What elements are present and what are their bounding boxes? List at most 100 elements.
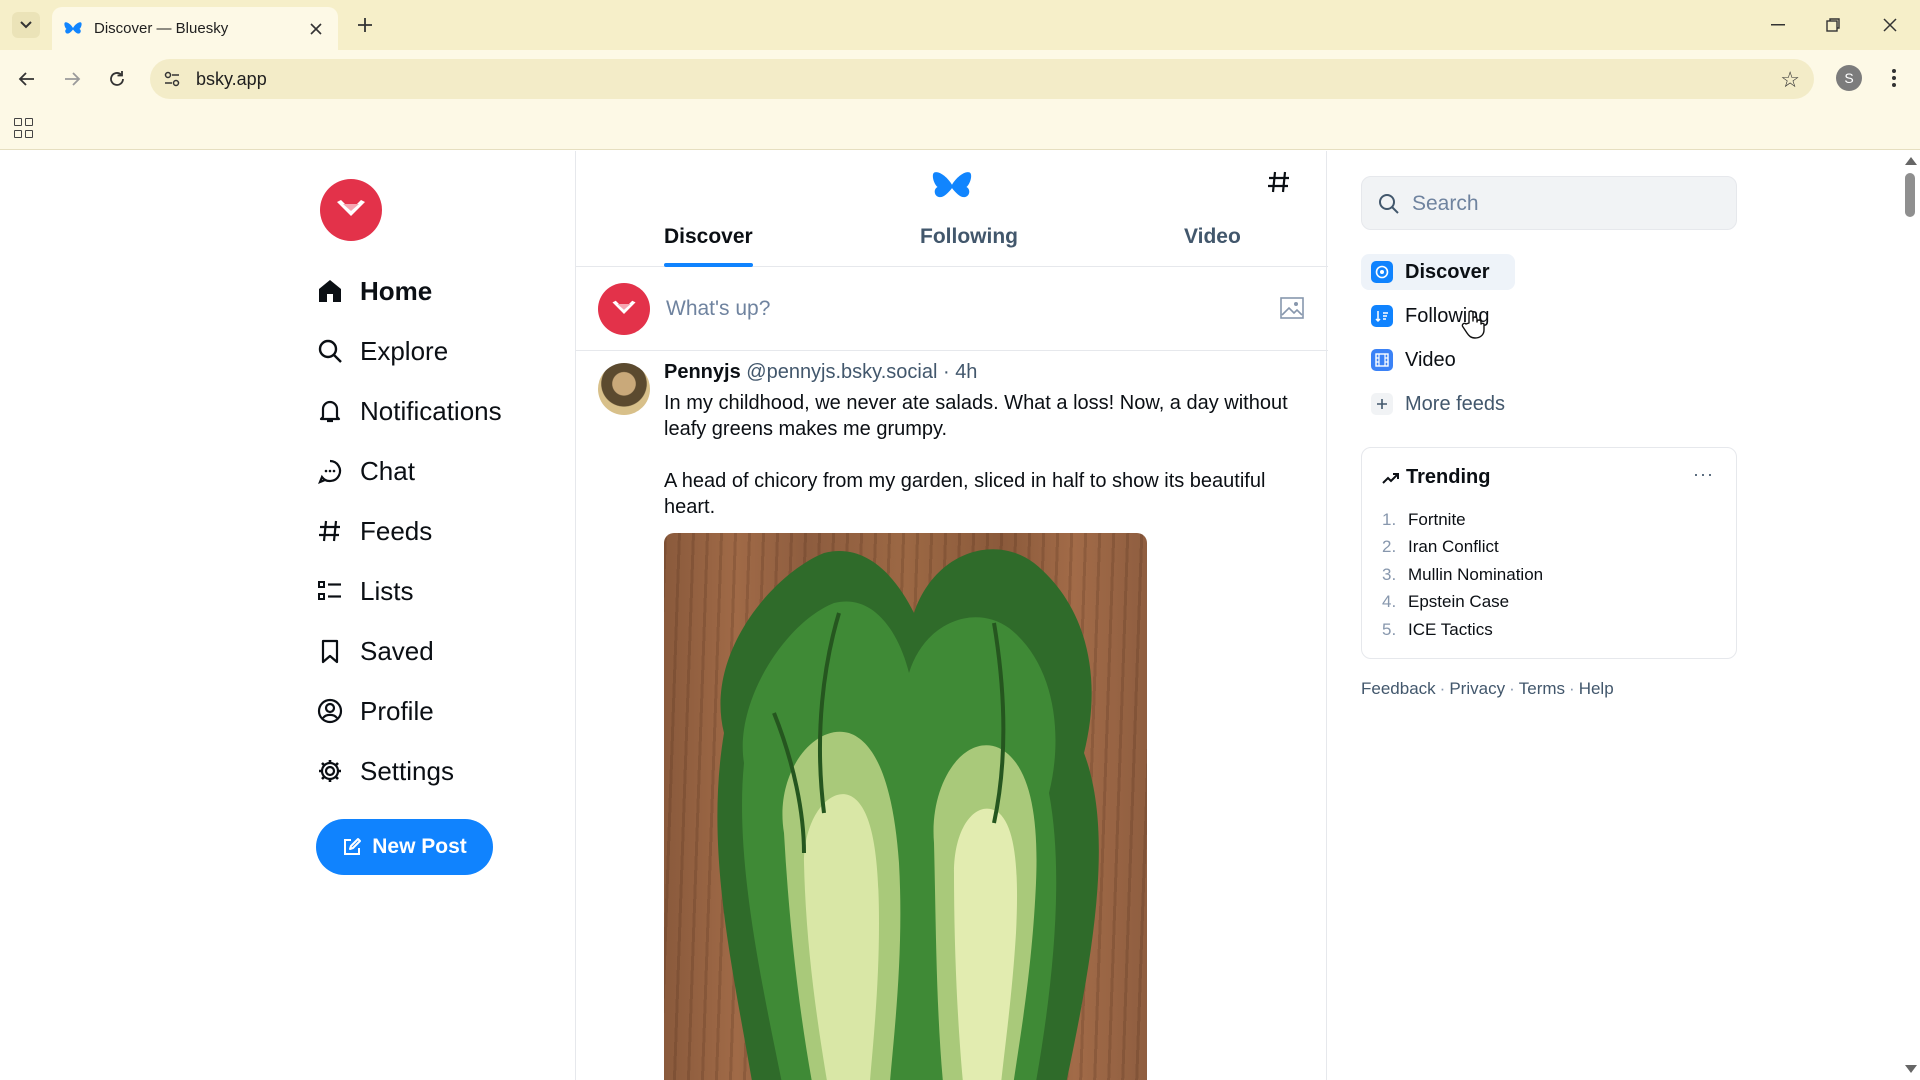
restore-button[interactable] <box>1815 10 1851 40</box>
footer-link-feedback[interactable]: Feedback <box>1361 679 1436 698</box>
bookmark-star-icon[interactable]: ☆ <box>1780 67 1800 93</box>
page-scrollbar[interactable] <box>1900 151 1920 1080</box>
trending-header: Trending <box>1382 466 1490 489</box>
footer-separator: · <box>1509 679 1515 698</box>
trending-item[interactable]: 1. Fortnite <box>1382 506 1543 534</box>
compose-icon <box>344 838 362 855</box>
nav-label: Lists <box>360 575 414 606</box>
nav-settings[interactable]: Settings <box>316 741 502 801</box>
gear-icon <box>316 757 344 785</box>
post-author-name[interactable]: Pennyjs <box>664 361 741 383</box>
browser-toolbar: bsky.app ☆ S <box>0 50 1920 108</box>
trending-list: 1. Fortnite 2. Iran Conflict 3. Mullin Nomi… <box>1382 506 1543 644</box>
tab-label: Discover <box>664 225 753 248</box>
bookmark-bar <box>0 108 1920 150</box>
nav-label: Chat <box>360 455 415 486</box>
nav-label: Saved <box>360 635 434 666</box>
feed-column: Discover Following Video What's up? Penn… <box>575 151 1328 1080</box>
new-tab-button[interactable] <box>352 12 378 38</box>
bluesky-butterfly-icon[interactable] <box>932 169 972 205</box>
nav-notifications[interactable]: Notifications <box>316 381 502 441</box>
post-composer[interactable]: What's up? <box>576 267 1328 351</box>
footer-link-terms[interactable]: Terms <box>1519 679 1565 698</box>
composer-avatar <box>598 283 650 335</box>
post-timestamp[interactable]: 4h <box>955 361 977 383</box>
footer-links: Feedback · Privacy · Terms · Help <box>1361 679 1614 699</box>
trending-item[interactable]: 3. Mullin Nomination <box>1382 561 1543 589</box>
home-icon <box>316 277 344 305</box>
tab-label: Video <box>1184 225 1241 248</box>
following-feed-icon <box>1371 305 1393 327</box>
sidebar-more-feeds[interactable]: More feeds <box>1361 386 1515 422</box>
forward-button[interactable] <box>56 63 88 95</box>
new-post-button[interactable]: New Post <box>316 819 493 875</box>
back-button[interactable] <box>11 63 43 95</box>
hash-icon <box>1268 171 1289 193</box>
post-author-avatar[interactable] <box>598 363 650 415</box>
scroll-up-arrow[interactable] <box>1905 157 1917 165</box>
avatar-logo-icon <box>612 300 636 314</box>
trending-rank: 1. <box>1382 509 1397 529</box>
discover-feed-icon <box>1371 261 1393 283</box>
reload-button[interactable] <box>101 63 133 95</box>
footer-link-privacy[interactable]: Privacy <box>1449 679 1505 698</box>
trending-topic: ICE Tactics <box>1408 619 1493 639</box>
post-image[interactable] <box>664 533 1147 1080</box>
search-icon <box>1379 194 1399 214</box>
feeds-hash-button[interactable] <box>1264 167 1294 197</box>
nav-lists[interactable]: Lists <box>316 561 502 621</box>
search-icon <box>316 337 344 365</box>
trending-item[interactable]: 2. Iran Conflict <box>1382 534 1543 562</box>
sidebar-feed-discover[interactable]: Discover <box>1361 254 1516 290</box>
bookmark-icon <box>316 637 344 665</box>
sidebar-feed-video[interactable]: Video <box>1361 342 1515 378</box>
browser-tab-active[interactable]: Discover — Bluesky <box>52 7 338 50</box>
close-icon <box>310 22 322 35</box>
nav-chat[interactable]: Chat <box>316 441 502 501</box>
nav-saved[interactable]: Saved <box>316 621 502 681</box>
search-input[interactable]: Search <box>1361 176 1737 230</box>
post-item[interactable]: Pennyjs @pennyjs.bsky.social · 4h In my … <box>576 351 1328 1080</box>
scrollbar-thumb[interactable] <box>1905 173 1915 217</box>
post-header: Pennyjs @pennyjs.bsky.social · 4h <box>664 361 977 384</box>
trending-arrow-icon <box>1382 472 1399 484</box>
trending-more-button[interactable]: ··· <box>1693 464 1714 485</box>
tab-video[interactable]: Video <box>1184 211 1241 267</box>
nav-label: Profile <box>360 695 434 726</box>
close-window-button[interactable] <box>1872 10 1908 40</box>
tab-following[interactable]: Following <box>920 211 1018 267</box>
nav-home[interactable]: Home <box>316 261 502 321</box>
nav-explore[interactable]: Explore <box>316 321 502 381</box>
main-navigation: Home Explore Notifications Chat Feeds Li… <box>316 261 502 801</box>
tab-search-button[interactable] <box>12 12 40 38</box>
feed-label: Video <box>1405 348 1456 371</box>
post-author-handle[interactable]: @pennyjs.bsky.social <box>746 361 937 383</box>
scroll-down-arrow[interactable] <box>1905 1065 1917 1073</box>
sidebar-feed-following[interactable]: Following <box>1361 298 1515 334</box>
browser-menu-icon[interactable] <box>1882 63 1906 93</box>
nav-profile[interactable]: Profile <box>316 681 502 741</box>
avatar-logo-icon <box>337 200 365 216</box>
minimize-button[interactable] <box>1760 10 1796 40</box>
apps-grid-icon[interactable] <box>14 118 34 138</box>
composer-placeholder[interactable]: What's up? <box>666 297 770 321</box>
address-bar[interactable]: bsky.app ☆ <box>150 59 1814 99</box>
hand-cursor-icon <box>1461 310 1485 339</box>
user-avatar[interactable] <box>320 179 382 241</box>
trending-item[interactable]: 4. Epstein Case <box>1382 589 1543 617</box>
arrow-right-icon <box>65 72 81 86</box>
bell-icon <box>316 397 344 425</box>
image-icon[interactable] <box>1280 297 1304 319</box>
chicory-photo <box>717 549 1099 1080</box>
tab-discover[interactable]: Discover <box>664 211 753 267</box>
trending-topic: Mullin Nomination <box>1408 564 1544 584</box>
trending-rank: 2. <box>1382 537 1397 557</box>
nav-feeds[interactable]: Feeds <box>316 501 502 561</box>
reload-icon <box>110 71 124 86</box>
chat-icon <box>316 457 344 485</box>
footer-link-help[interactable]: Help <box>1579 679 1614 698</box>
search-placeholder: Search <box>1412 192 1479 215</box>
browser-profile-avatar[interactable]: S <box>1836 65 1862 91</box>
tab-close-button[interactable] <box>306 19 326 39</box>
trending-item[interactable]: 5. ICE Tactics <box>1382 616 1543 644</box>
